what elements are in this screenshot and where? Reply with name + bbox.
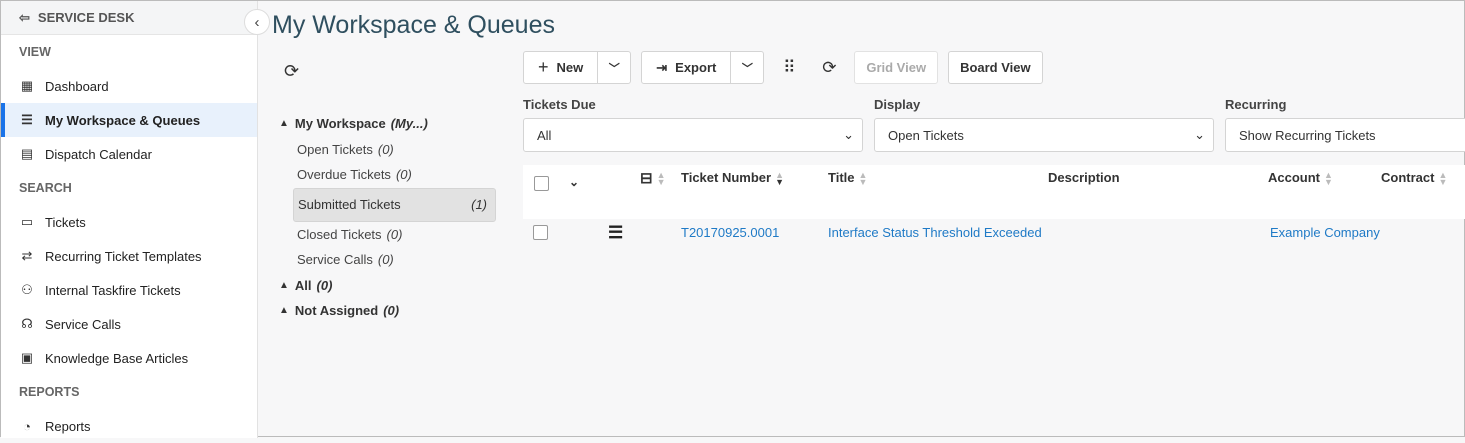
account-link[interactable]: Example Company (1270, 225, 1380, 240)
chevron-down-icon: ⌄ (843, 127, 854, 142)
section-view: VIEW (19, 45, 51, 59)
section-search: SEARCH (19, 181, 72, 195)
sidebar-item-my-workspace[interactable]: ☰ My Workspace & Queues (1, 103, 257, 137)
recurring-icon: ⇄ (21, 248, 33, 263)
column-ticket-number[interactable]: Ticket Number ▲ ▼ (681, 170, 784, 186)
collapse-triangle-icon: ▲ (279, 305, 289, 317)
queue-tree: ⟳ ▲ My Workspace (My...) Open Tickets (0) O… (279, 61, 499, 324)
ticket-list-icon[interactable]: ☰ (608, 223, 623, 243)
dashboard-icon: ▦ (20, 78, 34, 93)
sidebar-item-recurring-templates[interactable]: ⇄ Recurring Ticket Templates (1, 239, 257, 273)
tree-submitted-tickets[interactable]: Submitted Tickets (1) (293, 187, 496, 222)
checklist-icon: ☰ (21, 112, 33, 127)
recurring-label: Recurring (1225, 97, 1287, 112)
sidebar-item-kb-articles[interactable]: ▣ Knowledge Base Articles (1, 341, 257, 375)
sidebar-item-service-calls[interactable]: ☊ Service Calls (1, 307, 257, 341)
tree-overdue-tickets[interactable]: Overdue Tickets (0) (279, 162, 499, 188)
tree-open-tickets[interactable]: Open Tickets (0) (279, 137, 499, 163)
tickets-table: ⌄ ⊟ ▲ ▼ Ticket Number ▲ ▼ Title ▲ ▼ Descriptio… (523, 165, 1465, 245)
tickets-due-select[interactable]: All ⌄ (523, 118, 863, 152)
collapse-triangle-icon: ▲ (279, 118, 289, 130)
collapse-sidebar-button[interactable]: ‹ (244, 9, 270, 35)
ticket-icon: ▭ (20, 214, 34, 229)
sidebar-item-dispatch-calendar[interactable]: ▤ Dispatch Calendar (1, 137, 257, 171)
export-button-group: ⇥ Export ﹀ (641, 51, 765, 84)
refresh-tree-icon[interactable]: ⟳ (284, 61, 499, 111)
collapse-triangle-icon: ▲ (279, 279, 289, 291)
section-reports: REPORTS (19, 385, 80, 399)
new-button-group: + New ﹀ (523, 51, 632, 84)
expand-chevron-icon[interactable]: ⌄ (569, 175, 579, 189)
column-title[interactable]: Title ▲ ▼ (828, 170, 867, 186)
chevron-down-icon: ⌄ (1194, 127, 1205, 142)
ticket-number-link[interactable]: T20170925.0001 (681, 225, 779, 240)
sidebar-item-reports[interactable]: ◔ Reports (1, 409, 257, 443)
headset-icon: ☊ (21, 316, 33, 331)
new-dropdown-button[interactable]: ﹀ (597, 52, 630, 83)
row-checkbox[interactable] (533, 225, 548, 240)
chevron-left-icon: ‹ (254, 13, 260, 31)
new-button[interactable]: + New (524, 52, 597, 83)
toolbar: + New ﹀ ⇥ Export ﹀ ⠿ ⟳ Grid View Board View (523, 51, 1043, 84)
tree-not-assigned[interactable]: ▲ Not Assigned (0) (279, 298, 499, 324)
export-dropdown-button[interactable]: ﹀ (730, 52, 763, 83)
recurring-select[interactable]: Show Recurring Tickets (1225, 118, 1465, 152)
sidebar-item-tickets[interactable]: ▭ Tickets (1, 205, 257, 239)
filters: Tickets Due All ⌄ Display Open Tickets ⌄ Rec… (523, 97, 1465, 152)
people-icon: ⚇ (21, 282, 33, 297)
sidebar-item-dashboard[interactable]: ▦ Dashboard (1, 69, 257, 103)
display-select[interactable]: Open Tickets ⌄ (874, 118, 1214, 152)
ticket-type-column-icon[interactable]: ⊟ ▲ ▼ (640, 169, 666, 187)
table-row[interactable]: ☰ T20170925.0001 Interface Status Thresh… (523, 219, 1465, 245)
sidebar-item-taskfire[interactable]: ⚇ Internal Taskfire Tickets (1, 273, 257, 307)
column-description[interactable]: Description (1048, 170, 1120, 185)
tree-service-calls[interactable]: Service Calls (0) (279, 247, 499, 273)
back-arrow-icon: ⇦ (19, 9, 30, 25)
plus-icon: + (538, 57, 549, 77)
column-contract[interactable]: Contract ▲ ▼ (1381, 170, 1447, 186)
table-header: ⌄ ⊟ ▲ ▼ Ticket Number ▲ ▼ Title ▲ ▼ Descriptio… (523, 165, 1465, 219)
sidebar: ⇦ SERVICE DESK VIEW ▦ Dashboard ☰ My Worksp… (1, 1, 258, 438)
tree-my-workspace[interactable]: ▲ My Workspace (My...) (279, 111, 499, 137)
tree-all[interactable]: ▲ All (0) (279, 273, 499, 299)
column-chooser-grid-icon[interactable]: ⠿ (774, 58, 804, 78)
grid-view-button[interactable]: Grid View (854, 51, 939, 84)
refresh-icon[interactable]: ⟳ (814, 58, 844, 78)
column-account[interactable]: Account ▲ ▼ (1268, 170, 1333, 186)
export-icon: ⇥ (656, 59, 668, 75)
tickets-due-label: Tickets Due (523, 97, 596, 112)
export-button[interactable]: ⇥ Export (642, 52, 730, 83)
page-title: My Workspace & Queues (272, 11, 555, 39)
board-view-button[interactable]: Board View (948, 51, 1043, 84)
display-label: Display (874, 97, 921, 112)
calendar-icon: ▤ (20, 146, 34, 161)
ticket-title-link[interactable]: Interface Status Threshold Exceeded (828, 225, 1042, 240)
chart-pie-icon: ◔ (23, 418, 31, 434)
service-desk-back[interactable]: ⇦ SERVICE DESK (1, 1, 257, 35)
book-icon: ▣ (20, 350, 34, 365)
select-all-checkbox[interactable] (534, 176, 549, 191)
tree-closed-tickets[interactable]: Closed Tickets (0) (279, 222, 499, 248)
